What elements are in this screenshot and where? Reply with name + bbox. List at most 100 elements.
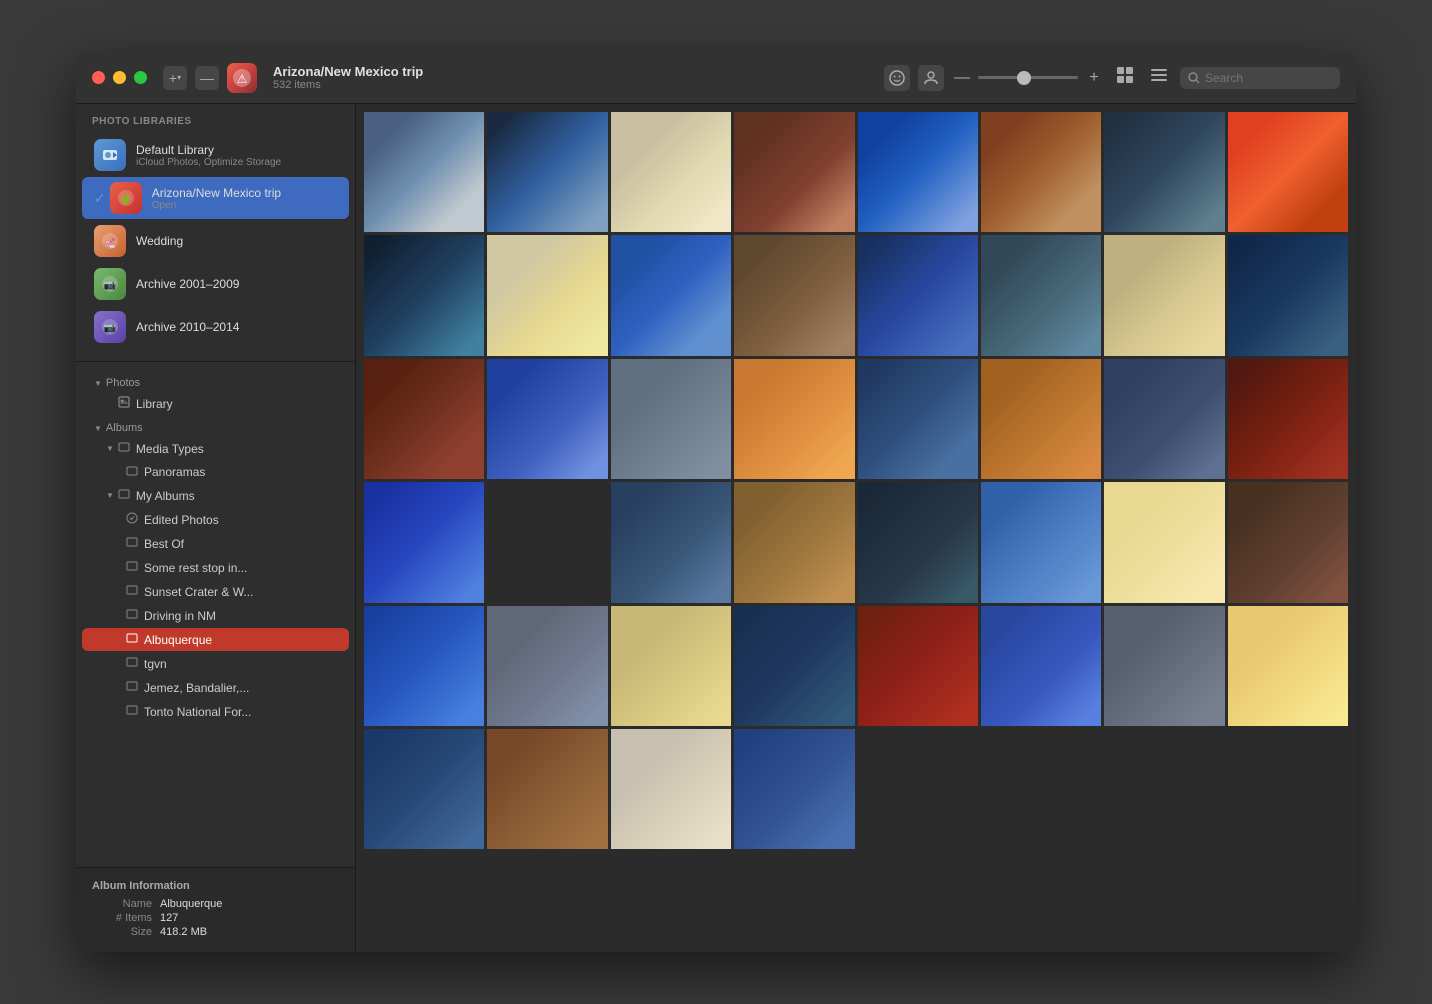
- photo-thumbnail[interactable]: [1228, 235, 1348, 355]
- close-button[interactable]: [92, 71, 105, 84]
- photo-thumbnail[interactable]: [734, 359, 854, 479]
- nav-albums-header[interactable]: ▼ Albums: [82, 416, 349, 436]
- nav-albuquerque[interactable]: Albuquerque: [82, 628, 349, 651]
- photo-thumbnail[interactable]: [734, 606, 854, 726]
- titlebar-right: — +: [884, 62, 1340, 93]
- photo-thumbnail[interactable]: [858, 112, 978, 232]
- content-area: [356, 104, 1356, 952]
- nav-tonto[interactable]: Tonto National For...: [82, 700, 349, 723]
- zoom-slider-container: — +: [952, 69, 1104, 87]
- photo-thumbnail[interactable]: [364, 606, 484, 726]
- photo-thumbnail[interactable]: [487, 112, 607, 232]
- photo-thumbnail[interactable]: [364, 112, 484, 232]
- nav-media-types[interactable]: ▼ Media Types: [82, 437, 349, 460]
- photo-thumbnail[interactable]: [1228, 112, 1348, 232]
- nav-photos-header[interactable]: ▼ Photos: [82, 371, 349, 391]
- photo-thumbnail[interactable]: [981, 112, 1101, 232]
- face-recognition-button[interactable]: [884, 65, 910, 91]
- photo-thumbnail[interactable]: [734, 235, 854, 355]
- photo-thumbnail[interactable]: [1104, 112, 1224, 232]
- library-archive1-name: Archive 2001–2009: [136, 277, 337, 291]
- nav-best-of-label: Best Of: [144, 537, 184, 551]
- library-default-name: Default Library: [136, 143, 337, 157]
- photo-thumbnail[interactable]: [981, 482, 1101, 602]
- search-input[interactable]: [1205, 71, 1325, 85]
- nav-jemez[interactable]: Jemez, Bandalier,...: [82, 676, 349, 699]
- photos-section-label: Photos: [106, 377, 140, 389]
- photo-thumbnail[interactable]: [981, 606, 1101, 726]
- maximize-button[interactable]: [134, 71, 147, 84]
- photo-thumbnail[interactable]: [611, 729, 731, 849]
- photo-thumbnail[interactable]: [611, 112, 731, 232]
- library-item-wedding[interactable]: 💒 Wedding: [82, 220, 349, 262]
- photo-thumbnail[interactable]: [981, 359, 1101, 479]
- library-default-detail: iCloud Photos, Optimize Storage: [136, 157, 337, 168]
- add-button[interactable]: + ▾: [163, 66, 187, 90]
- main-area: Photo Libraries Default Library iCloud P…: [76, 104, 1356, 952]
- photo-thumbnail[interactable]: [487, 729, 607, 849]
- library-wedding-name: Wedding: [136, 234, 337, 248]
- photo-thumbnail[interactable]: [364, 359, 484, 479]
- photo-thumbnail[interactable]: [1228, 606, 1348, 726]
- chevron-down-icon: ▾: [177, 73, 181, 82]
- list-view-button[interactable]: [1146, 62, 1172, 93]
- nav-driving-nm[interactable]: Driving in NM: [82, 604, 349, 627]
- minus-button[interactable]: —: [195, 66, 219, 90]
- nav-sunset-crater[interactable]: Sunset Crater & W...: [82, 580, 349, 603]
- library-item-archive1[interactable]: 📷 Archive 2001–2009: [82, 263, 349, 305]
- nav-edited-photos[interactable]: Edited Photos: [82, 508, 349, 531]
- photo-thumbnail[interactable]: [1104, 235, 1224, 355]
- svg-text:💒: 💒: [104, 237, 116, 249]
- photo-thumbnail[interactable]: [858, 235, 978, 355]
- photo-thumbnail[interactable]: [734, 482, 854, 602]
- zoom-slider[interactable]: [978, 76, 1078, 79]
- photo-thumbnail[interactable]: [364, 235, 484, 355]
- zoom-in-button[interactable]: +: [1084, 69, 1104, 87]
- photo-thumbnail[interactable]: [487, 482, 607, 602]
- minimize-button[interactable]: [113, 71, 126, 84]
- photo-thumbnail[interactable]: [487, 606, 607, 726]
- photo-thumbnail[interactable]: [734, 729, 854, 849]
- nav-panoramas[interactable]: Panoramas: [82, 461, 349, 483]
- photo-thumbnail[interactable]: [611, 235, 731, 355]
- size-label: Size: [92, 926, 152, 938]
- photo-thumbnail[interactable]: [1228, 359, 1348, 479]
- photo-thumbnail[interactable]: [858, 606, 978, 726]
- photo-thumbnail[interactable]: [981, 235, 1101, 355]
- nav-tgvn[interactable]: tgvn: [82, 652, 349, 675]
- nav-rest-stop-label: Some rest stop in...: [144, 561, 247, 575]
- nav-best-of[interactable]: Best Of: [82, 532, 349, 555]
- photo-thumbnail[interactable]: [611, 606, 731, 726]
- person-button[interactable]: [918, 65, 944, 91]
- library-item-arizona[interactable]: ✓ 🌵 Arizona/New Mexico trip Open: [82, 177, 349, 219]
- nav-my-albums[interactable]: ▼ My Albums: [82, 484, 349, 507]
- libraries-section-title: Photo Libraries: [76, 116, 355, 133]
- photo-thumbnail[interactable]: [1228, 482, 1348, 602]
- albums-section-label: Albums: [106, 422, 143, 434]
- nav-library[interactable]: Library: [82, 392, 349, 415]
- sidebar-divider: [76, 361, 355, 362]
- photo-thumbnail[interactable]: [1104, 482, 1224, 602]
- library-item-archive2[interactable]: 📷 Archive 2010–2014: [82, 306, 349, 348]
- window-subtitle: 532 items: [273, 79, 423, 91]
- zoom-out-button[interactable]: —: [952, 69, 972, 87]
- photo-thumbnail[interactable]: [858, 482, 978, 602]
- photo-thumbnail[interactable]: [364, 729, 484, 849]
- svg-text:📷: 📷: [104, 323, 116, 334]
- photo-thumbnail[interactable]: [611, 359, 731, 479]
- photo-thumbnail[interactable]: [364, 482, 484, 602]
- photo-thumbnail[interactable]: [858, 359, 978, 479]
- driving-icon: [126, 608, 138, 623]
- grid-view-button[interactable]: [1112, 62, 1138, 93]
- photo-thumbnail[interactable]: [1104, 359, 1224, 479]
- library-item-default[interactable]: Default Library iCloud Photos, Optimize …: [82, 134, 349, 176]
- nav-some-rest-stop[interactable]: Some rest stop in...: [82, 556, 349, 579]
- photo-thumbnail[interactable]: [611, 482, 731, 602]
- photo-thumbnail[interactable]: [734, 112, 854, 232]
- photo-thumbnail[interactable]: [487, 359, 607, 479]
- svg-text:🌵: 🌵: [119, 193, 133, 206]
- photo-thumbnail[interactable]: [1104, 606, 1224, 726]
- library-default-info: Default Library iCloud Photos, Optimize …: [136, 143, 337, 168]
- photo-thumbnail[interactable]: [487, 235, 607, 355]
- window-title: Arizona/New Mexico trip: [273, 64, 423, 79]
